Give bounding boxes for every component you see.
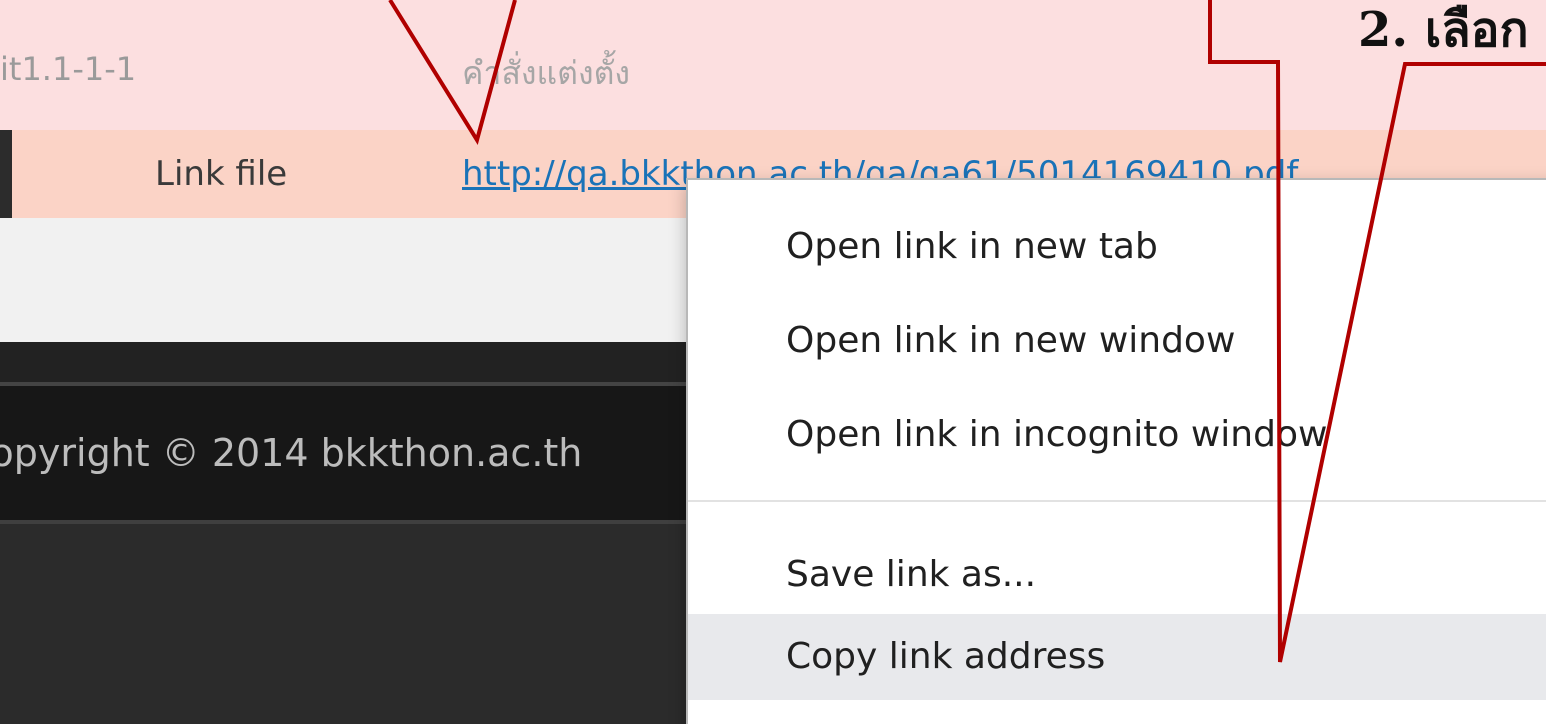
menu-separator — [688, 500, 1546, 502]
menu-item-open-new-tab[interactable]: Open link in new tab — [688, 208, 1546, 286]
page: it1.1-1-1 คำสั่งแต่งตั้ง Link file http:… — [0, 0, 1546, 724]
link-file-label: Link file — [155, 154, 288, 194]
context-menu: Open link in new tab Open link in new wi… — [686, 178, 1546, 724]
document-code: it1.1-1-1 — [0, 50, 137, 88]
menu-item-open-incognito[interactable]: Open link in incognito window — [688, 396, 1546, 474]
menu-item-save-link-as[interactable]: Save link as... — [688, 536, 1546, 614]
copyright-text: Copyright © 2014 bkkthon.ac.th — [0, 431, 583, 475]
menu-item-open-new-window[interactable]: Open link in new window — [688, 302, 1546, 380]
document-description: คำสั่งแต่งตั้ง — [462, 54, 630, 92]
table-row-document: it1.1-1-1 คำสั่งแต่งตั้ง — [0, 0, 1546, 130]
menu-item-copy-link-address[interactable]: Copy link address — [688, 614, 1546, 700]
